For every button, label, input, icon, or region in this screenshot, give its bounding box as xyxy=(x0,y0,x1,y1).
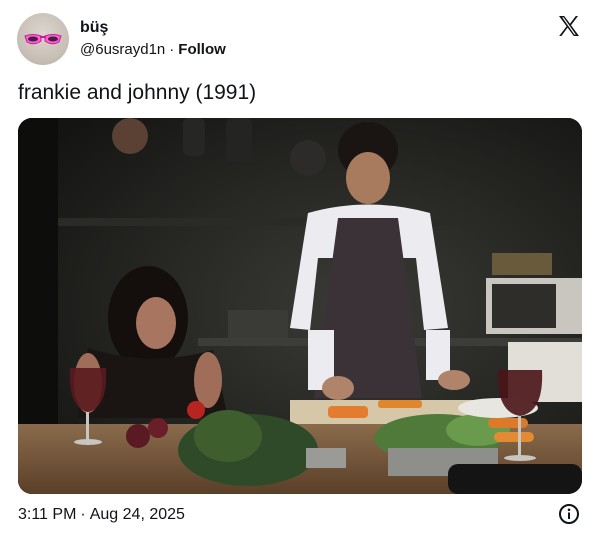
tweet-time: 3:11 PM xyxy=(18,506,77,523)
handle-separator: · xyxy=(169,41,175,58)
author-handle-row: @6usrayd1n · Follow xyxy=(80,40,226,60)
timestamp-separator: · xyxy=(80,506,86,523)
author-display-name[interactable]: büş xyxy=(80,18,108,38)
tweet-timestamp[interactable]: 3:11 PM · Aug 24, 2025 xyxy=(18,504,185,526)
info-icon[interactable] xyxy=(558,503,580,525)
avatar-sunglasses-icon xyxy=(24,34,62,45)
tweet-card: büş @6usrayd1n · Follow frankie and johnny… xyxy=(0,0,600,544)
x-logo-icon[interactable] xyxy=(557,14,581,38)
follow-button[interactable]: Follow xyxy=(178,41,226,58)
tweet-date: Aug 24, 2025 xyxy=(89,506,185,523)
kitchen-scene-photo xyxy=(18,118,582,494)
author-handle[interactable]: @6usrayd1n xyxy=(80,41,165,58)
avatar[interactable] xyxy=(17,13,69,65)
tweet-text: frankie and johnny (1991) xyxy=(18,81,257,104)
tweet-media-image[interactable] xyxy=(18,118,582,494)
